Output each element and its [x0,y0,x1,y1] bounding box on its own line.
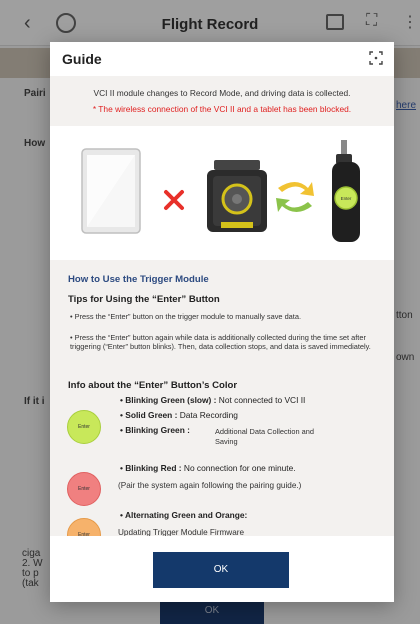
warning-text: * The wireless connection of the VCI II … [92,104,352,114]
sync-arrows-icon [276,182,314,212]
green-blink-desc-2: Saving [215,437,238,446]
green-blink-slow: • Blinking Green (slow) : Not connected … [120,395,306,405]
tip-2: • Press the “Enter” button again while d… [70,333,371,352]
green-solid: • Solid Green : Data Recording [120,410,238,420]
green-enter-button-icon: Enter [67,410,101,444]
x-icon [164,190,184,210]
dialog-title: Guide [62,51,102,67]
fullscreen-icon[interactable] [368,50,384,66]
trigger-label: Enter [341,196,352,201]
illustration-panel: Enter [50,126,394,260]
red-note: (Pair the system again following the pai… [118,481,302,490]
guide-dialog: Guide VCI II module changes to Record Mo… [50,42,394,602]
howto-section: How to Use the Trigger Module Tips for U… [50,260,394,552]
intro-text: VCI II module changes to Record Mode, an… [93,88,351,98]
green-blink-desc-1: Additional Data Collection and [215,427,315,436]
tip-1: • Press the “Enter” button on the trigge… [70,312,302,321]
green-blink: • Blinking Green : [120,425,190,435]
red-blink: • Blinking Red : No connection for one m… [120,463,296,473]
dialog-body: VCI II module changes to Record Mode, an… [50,76,394,552]
tips-title: Tips for Using the “Enter” Button [68,294,220,305]
ok-button[interactable]: OK [153,552,289,588]
orange-alternating: • Alternating Green and Orange: [120,510,248,520]
info-title: Info about the “Enter” Button’s Color [68,380,238,391]
tablet-image [81,148,141,234]
trigger-module-image: Enter [332,140,360,242]
vci-module-image [207,160,267,232]
dialog-footer: OK [50,536,394,602]
red-enter-button-icon: Enter [67,472,101,506]
howto-title: How to Use the Trigger Module [68,274,209,285]
dialog-header: Guide [50,42,394,76]
